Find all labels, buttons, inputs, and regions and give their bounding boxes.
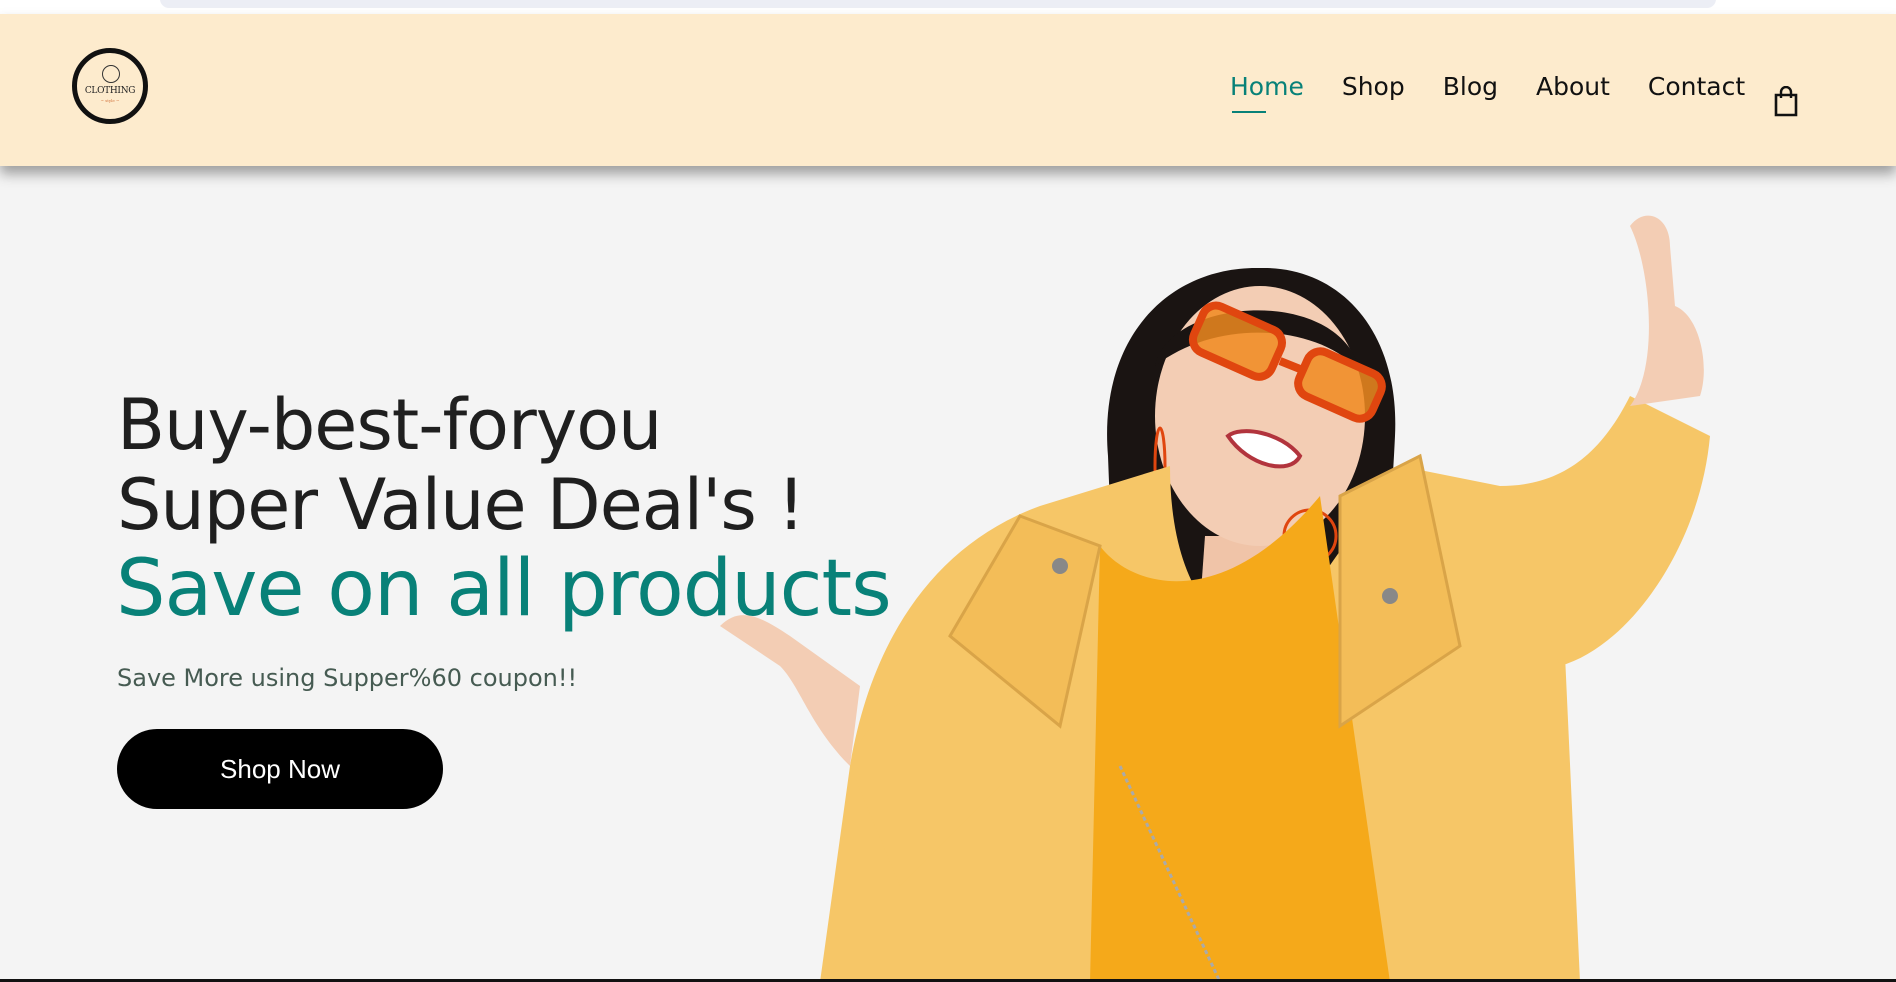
- logo[interactable]: CLOTHING ~ style ~: [72, 48, 148, 124]
- site-header: CLOTHING ~ style ~ Home Shop Blog About …: [0, 14, 1896, 166]
- browser-top-strip: [0, 0, 1896, 14]
- logo-text: CLOTHING: [84, 86, 136, 96]
- hero-headline-line1: Buy-best-foryou: [117, 384, 662, 466]
- nav-shop[interactable]: Shop: [1342, 72, 1405, 101]
- nav-about[interactable]: About: [1536, 72, 1610, 101]
- shopping-bag-icon[interactable]: [1773, 86, 1799, 118]
- hero-section: Buy-best-foryou Super Value Deal's ! Sav…: [0, 166, 1896, 982]
- logo-sun-icon: [102, 65, 120, 83]
- logo-subtext: ~ style ~: [100, 98, 120, 103]
- browser-address-bar[interactable]: [160, 0, 1716, 8]
- shop-now-button[interactable]: Shop Now: [117, 729, 443, 809]
- nav-home[interactable]: Home: [1230, 72, 1304, 113]
- hero-accent-headline: Save on all products: [116, 544, 892, 634]
- hero-headline-line2: Super Value Deal's !: [117, 464, 805, 546]
- main-nav: Home Shop Blog About Contact: [1230, 72, 1783, 113]
- coupon-text: Save More using Supper%60 coupon!!: [117, 664, 578, 692]
- nav-contact[interactable]: Contact: [1648, 72, 1745, 101]
- nav-blog[interactable]: Blog: [1443, 72, 1498, 101]
